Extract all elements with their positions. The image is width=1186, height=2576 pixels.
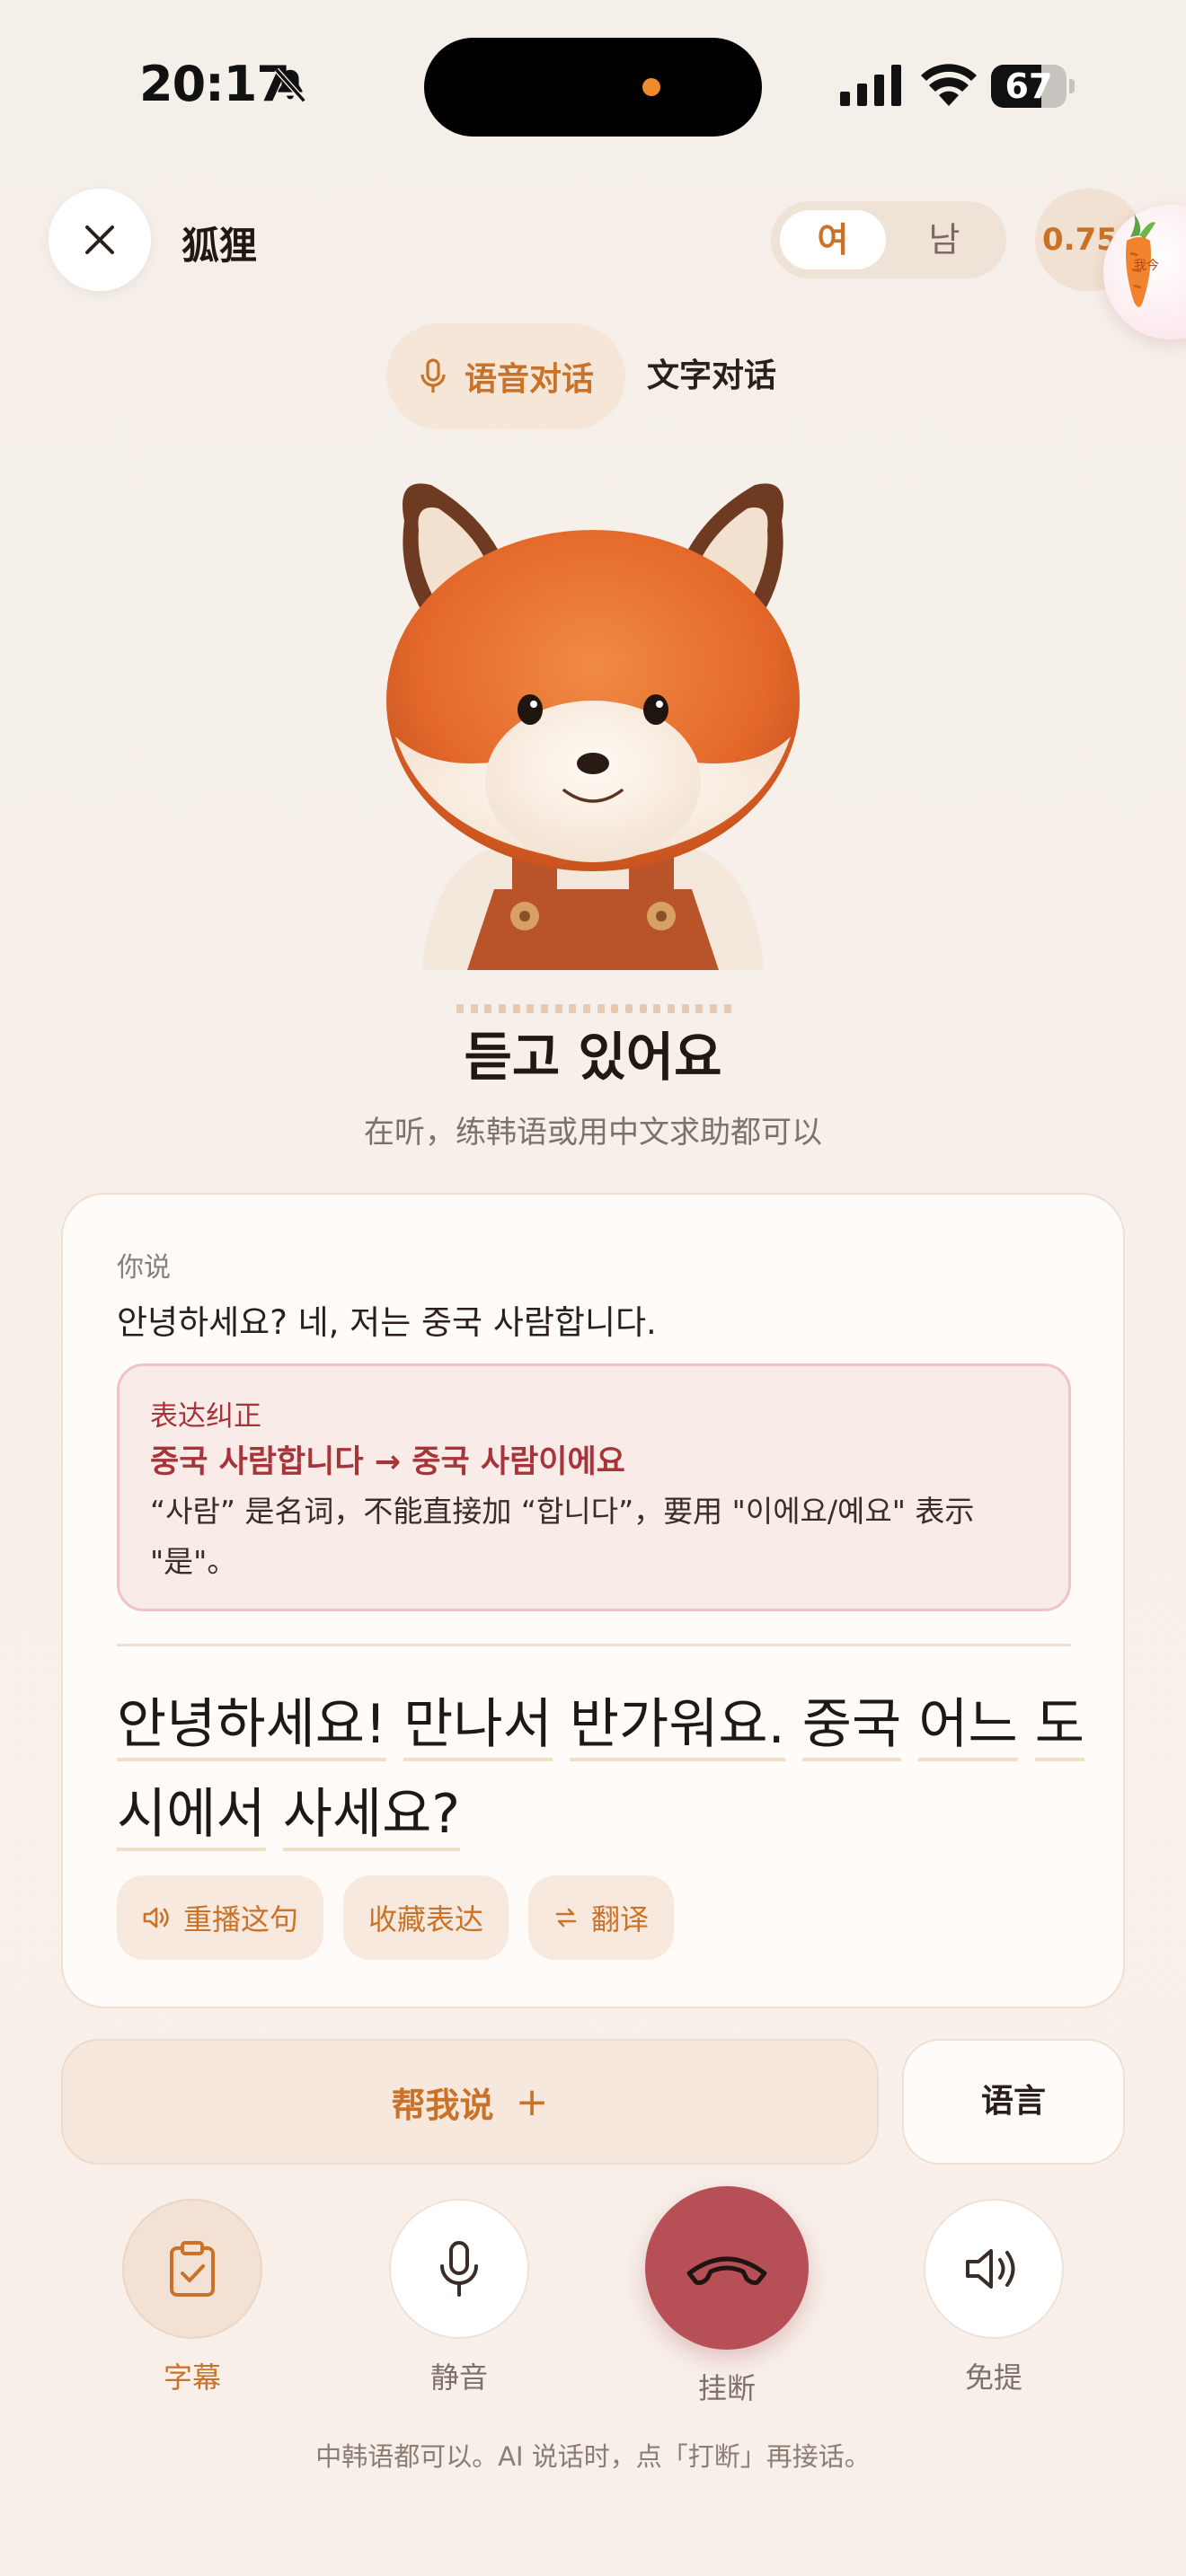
hangup-label: 挂断: [697, 2371, 756, 2405]
replay-label: 重播这句: [183, 1902, 299, 1936]
conversation-card: 你说 안녕하세요? 네, 저는 중국 사람합니다. 表达纠正 중국 사람합니다 …: [61, 1193, 1125, 2008]
wave-dot: [597, 1004, 605, 1013]
mute-button[interactable]: [389, 2199, 529, 2339]
plus-icon: +: [515, 2078, 549, 2125]
wave-dot: [527, 1004, 535, 1013]
carrot-icon: 我今: [1126, 214, 1159, 307]
wave-dot: [695, 1004, 704, 1013]
correction-box: 表达纠正 중국 사람합니다 → 중국 사람이에요 “사람” 是名词，不能直接加 …: [117, 1363, 1071, 1611]
gender-female-option[interactable]: 여: [780, 210, 886, 269]
bell-off-icon: [274, 67, 306, 103]
replay-button[interactable]: 重播这句: [117, 1875, 324, 1960]
wave-dot: [668, 1004, 676, 1013]
save-expression-button[interactable]: 收藏表达: [343, 1875, 509, 1960]
subtitles-button[interactable]: [122, 2199, 262, 2339]
status-time: 20:17: [139, 56, 290, 112]
microphone-icon: [440, 2241, 478, 2297]
gender-male-option[interactable]: 남: [891, 210, 997, 269]
listening-title: 듣고 있어요: [464, 1027, 722, 1088]
reply-actions: 重播这句 收藏表达 翻译: [117, 1875, 675, 1960]
help-me-say-button[interactable]: 帮我说 +: [61, 2039, 879, 2165]
reply-word[interactable]: 반가워요.: [569, 1693, 785, 1761]
battery-indicator: 67: [991, 65, 1075, 108]
reply-word[interactable]: 어느: [918, 1693, 1018, 1761]
subtitles-label: 字幕: [163, 2360, 221, 2395]
reply-word[interactable]: 중국: [801, 1693, 902, 1761]
wave-dot: [569, 1004, 577, 1013]
language-button[interactable]: 语言: [902, 2039, 1125, 2165]
wave-dot: [499, 1004, 507, 1013]
status-bar: 20:17 67: [0, 0, 1186, 171]
microphone-icon: [420, 358, 446, 393]
reply-word[interactable]: 안녕하세요!: [117, 1693, 387, 1761]
swap-icon: [555, 1908, 577, 1928]
speaker-icon: [966, 2249, 1015, 2289]
wave-dot: [681, 1004, 689, 1013]
carrot-badge-text: 我今: [1134, 259, 1159, 273]
wifi-icon: [921, 64, 977, 106]
character-name: 狐狸: [181, 224, 258, 268]
correction-label: 表达纠正: [150, 1400, 261, 1433]
carrot-badge[interactable]: 我今: [1103, 205, 1186, 340]
tab-voice-chat[interactable]: 语音对话: [386, 323, 625, 429]
correction-main: 중국 사람합니다 → 중국 사람이에요: [150, 1444, 625, 1480]
wave-dot: [625, 1004, 633, 1013]
correction-explanation: “사람” 是名词，不能直接加 “합니다”，要用 "이에요/예요" 表示 "是"。: [150, 1494, 975, 1579]
close-button[interactable]: [49, 189, 151, 291]
translate-button[interactable]: 翻译: [528, 1875, 675, 1960]
you-said-text: 안녕하세요? 네, 저는 중국 사람합니다.: [117, 1303, 657, 1342]
mic-indicator-dot: [642, 78, 660, 96]
gender-toggle[interactable]: 여 남: [771, 201, 1006, 278]
speakerphone-button[interactable]: [924, 2199, 1064, 2339]
hangup-button[interactable]: [645, 2186, 809, 2350]
wave-dot: [583, 1004, 591, 1013]
dynamic-island: [424, 38, 762, 137]
wave-dot: [541, 1004, 549, 1013]
speakerphone-label: 免提: [964, 2360, 1022, 2395]
mute-label: 静音: [429, 2360, 488, 2395]
you-said-label: 你说: [117, 1252, 171, 1284]
wave-dot: [554, 1004, 562, 1013]
wave-dot: [710, 1004, 718, 1013]
listening-subtitle: 在听，练韩语或用中文求助都可以: [364, 1115, 822, 1151]
wave-dot: [639, 1004, 647, 1013]
card-divider: [117, 1644, 1071, 1646]
listening-wave: [456, 1004, 731, 1013]
wave-dot: [456, 1004, 464, 1013]
speaker-small-icon: [143, 1907, 169, 1928]
save-expression-label: 收藏表达: [368, 1902, 484, 1936]
reply-word[interactable]: 만나서: [403, 1693, 553, 1761]
fox-avatar: [359, 467, 827, 970]
wave-dot: [470, 1004, 478, 1013]
cellular-signal-icon: [840, 65, 901, 106]
close-icon: [85, 225, 114, 254]
clipboard-check-icon: [170, 2241, 215, 2297]
wave-dot: [611, 1004, 619, 1013]
hangup-phone-icon: [686, 2256, 767, 2285]
help-me-say-label: 帮我说: [391, 2085, 494, 2125]
wave-dot: [653, 1004, 661, 1013]
battery-level: 67: [1005, 66, 1053, 106]
reply-word[interactable]: 사세요?: [282, 1783, 461, 1851]
footer-hint: 中韩语都可以。AI 说话时，点「打断」再接话。: [315, 2441, 871, 2472]
wave-dot: [512, 1004, 520, 1013]
tab-voice-label: 语音对话: [464, 361, 594, 398]
tab-text-chat[interactable]: 文字对话: [647, 323, 776, 429]
ai-reply: 안녕하세요! 만나서 반가워요. 중국 어느 도시에서 사세요?: [117, 1680, 1087, 1859]
translate-label: 翻译: [591, 1902, 650, 1936]
wave-dot: [484, 1004, 492, 1013]
mode-tabs: 语音对话 文字对话: [386, 323, 854, 429]
wave-dot: [723, 1004, 731, 1013]
